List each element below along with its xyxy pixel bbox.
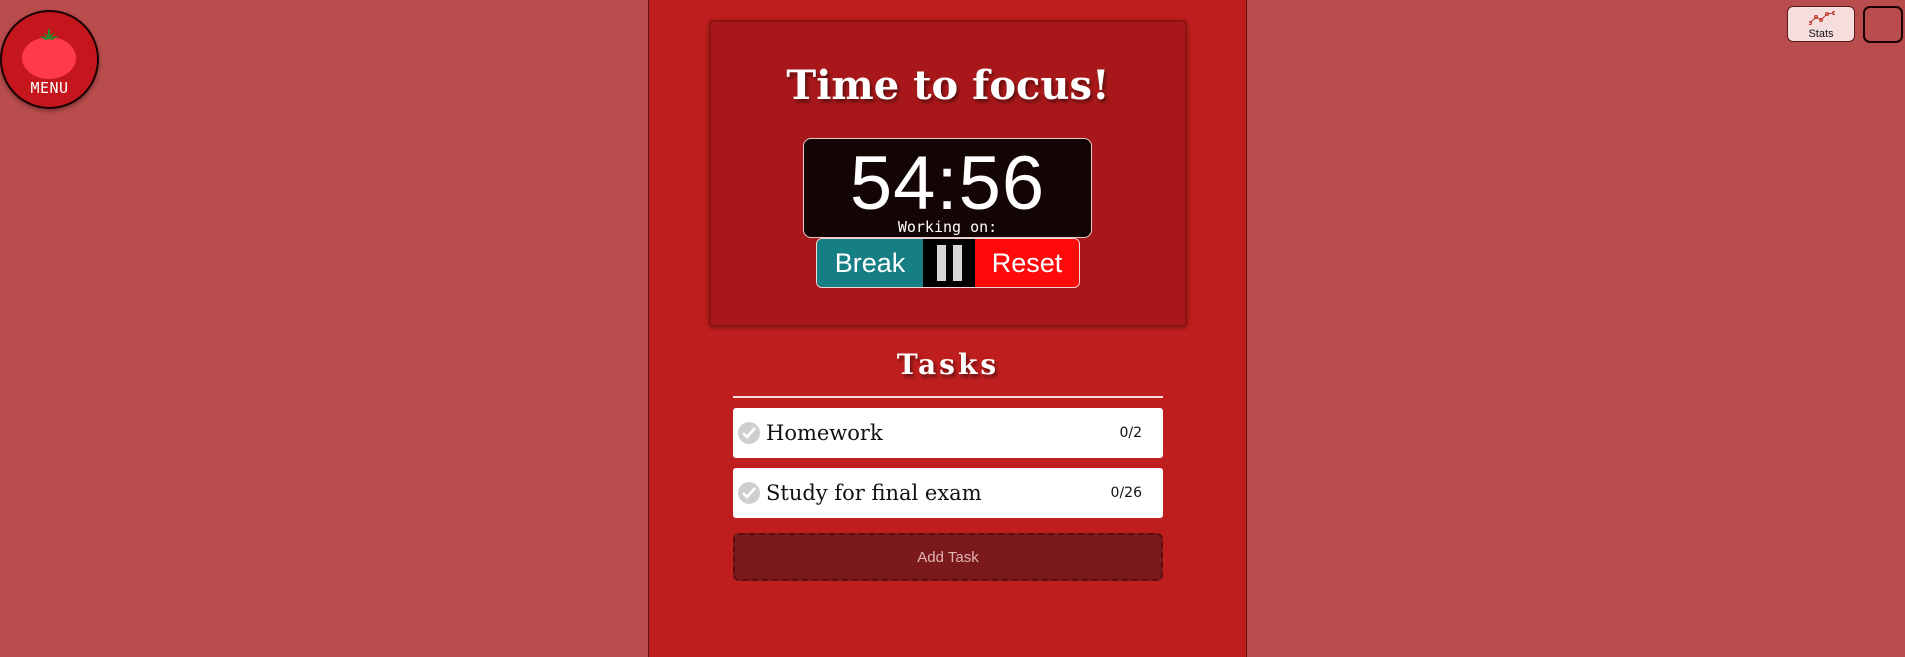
pause-button[interactable] (923, 239, 975, 287)
working-on-label: Working on: (897, 218, 998, 236)
task-item[interactable]: Study for final exam 0/26 (733, 468, 1163, 518)
task-check-button[interactable] (738, 482, 760, 504)
add-task-button[interactable]: Add Task (733, 533, 1163, 581)
checkmark-icon (742, 487, 756, 499)
timer-separator: : (936, 141, 959, 226)
pause-icon-bar (952, 245, 962, 281)
task-name: Homework (766, 421, 883, 445)
task-name: Study for final exam (766, 481, 982, 505)
line-chart-icon (1809, 11, 1835, 25)
timer-digits: 54:56 (804, 139, 1091, 229)
pause-icon (936, 245, 946, 281)
menu-button[interactable]: MENU (0, 10, 99, 109)
timer-minutes: 54 (849, 141, 937, 226)
tomato-icon (22, 29, 76, 79)
tasks-divider (733, 396, 1163, 398)
settings-button[interactable] (1863, 6, 1903, 43)
tasks-heading: Tasks (896, 348, 1000, 381)
task-count: 0/26 (1110, 485, 1142, 501)
task-item[interactable]: Homework 0/2 (733, 408, 1163, 458)
timer-title: Time to focus! (786, 62, 1110, 109)
app-page: MENU Stats Time to focus! 54:56 Working … (0, 0, 1905, 657)
break-button[interactable]: Break (817, 239, 923, 287)
task-count: 0/2 (1119, 425, 1142, 441)
timer-controls: Break Reset (816, 238, 1080, 288)
stats-button[interactable]: Stats (1787, 6, 1855, 42)
reset-button[interactable]: Reset (975, 239, 1079, 287)
checkmark-icon (742, 427, 756, 439)
menu-label: MENU (30, 79, 69, 97)
timer-seconds: 56 (958, 141, 1046, 226)
task-check-button[interactable] (738, 422, 760, 444)
stats-label: Stats (1808, 28, 1834, 40)
